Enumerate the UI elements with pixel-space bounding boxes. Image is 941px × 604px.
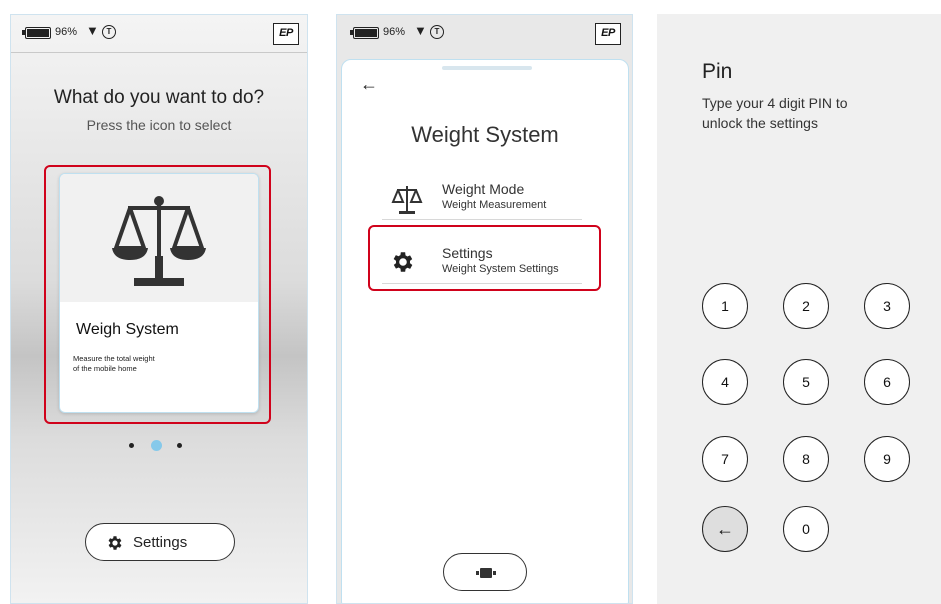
keypad-backspace-icon[interactable]: ←: [702, 506, 748, 552]
wifi-icon: ▼: [86, 23, 99, 38]
page-title: Weight System: [411, 122, 559, 147]
battery-icon: [350, 27, 379, 39]
settings-button-label: Settings: [133, 534, 188, 551]
status-bar: 96% ▼ T EP: [337, 15, 632, 53]
keypad-key-1[interactable]: 1: [702, 283, 748, 329]
status-bar: 96% ▼ T EP: [11, 15, 307, 53]
battery-percent: 96%: [55, 26, 78, 38]
weight-system-screen: 96% ▼ T EP ← Weight System Weight Mode W…: [336, 14, 633, 604]
page-dot-1[interactable]: [129, 443, 134, 448]
ep-logo: EP: [595, 23, 621, 45]
menu-item-title: Weight Mode: [442, 181, 525, 197]
pin-instructions-line1: Type your 4 digit PIN to: [702, 95, 848, 111]
page-title: What do you want to do?: [53, 87, 265, 108]
keypad-key-9[interactable]: 9: [864, 436, 910, 482]
menu-item-subtitle: Weight Measurement: [442, 199, 547, 211]
battery-percent: 96%: [383, 26, 406, 38]
signal-t-icon: T: [102, 25, 116, 39]
highlight-box-settings: [368, 225, 601, 291]
page-title: Pin: [702, 60, 733, 83]
keypad-key-6[interactable]: 6: [864, 359, 910, 405]
page-dot-2-active[interactable]: [151, 440, 162, 451]
slider-handle-icon: [476, 568, 496, 578]
wifi-icon: ▼: [414, 23, 427, 38]
page-subtitle: Press the icon to select: [86, 117, 232, 133]
pagination-dots: [11, 440, 307, 452]
battery-icon: [22, 27, 51, 39]
gear-icon: [108, 536, 122, 550]
keypad-key-5[interactable]: 5: [783, 359, 829, 405]
ep-logo: EP: [273, 23, 299, 45]
keypad-key-4[interactable]: 4: [702, 359, 748, 405]
pin-screen: Pin Type your 4 digit PIN to unlock the …: [657, 14, 941, 604]
back-arrow-icon[interactable]: ←: [360, 74, 378, 95]
pin-instructions-line2: unlock the settings: [702, 115, 818, 131]
keypad-key-2[interactable]: 2: [783, 283, 829, 329]
menu-panel: ← Weight System Weight Mode Weight Measu…: [341, 59, 629, 603]
drag-handle[interactable]: [442, 66, 532, 70]
scale-icon: [391, 186, 423, 214]
page-dot-3[interactable]: [177, 443, 182, 448]
keypad-key-3[interactable]: 3: [864, 283, 910, 329]
menu-item-weight-mode[interactable]: Weight Mode Weight Measurement: [382, 176, 582, 220]
keypad-key-7[interactable]: 7: [702, 436, 748, 482]
keypad-key-8[interactable]: 8: [783, 436, 829, 482]
settings-button[interactable]: Settings: [85, 523, 235, 561]
keypad-key-0[interactable]: 0: [783, 506, 829, 552]
signal-t-icon: T: [430, 25, 444, 39]
highlight-box-card: [44, 165, 271, 424]
home-pill-button[interactable]: [443, 553, 527, 591]
